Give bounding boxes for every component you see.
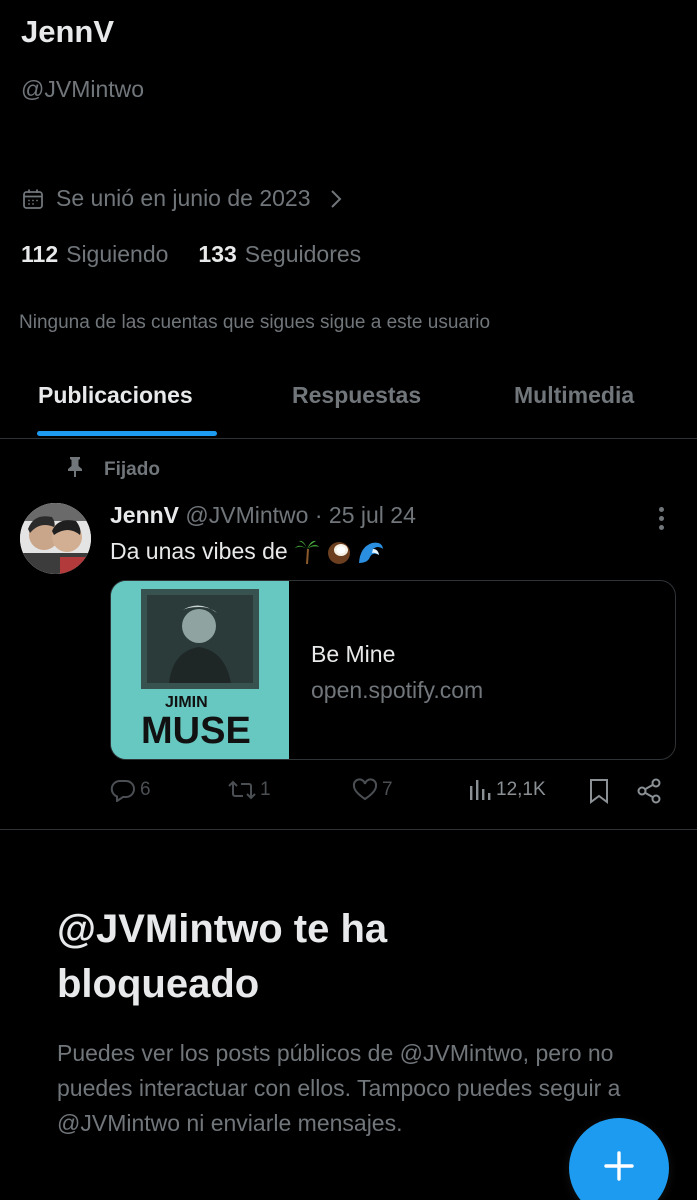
pin-icon [66,456,84,484]
more-vertical-icon[interactable] [656,507,666,533]
post-author-name[interactable]: JennV [110,502,179,528]
reply-count: 6 [140,779,151,800]
views-button[interactable]: 12,1K [468,778,546,802]
chevron-right-icon [329,189,343,209]
card-title: Be Mine [311,641,396,667]
following-count: 112 [21,241,59,267]
album-art: JIMIN MUSE [111,581,289,759]
divider [0,829,697,830]
pinned-label: Fijado [104,459,160,480]
joined-date-row[interactable]: Se unió en junio de 2023 [22,185,343,212]
blocked-title: @JVMintwo te ha bloqueado [57,907,388,1006]
tab-respuestas[interactable]: Respuestas [292,382,421,409]
plus-icon [602,1149,636,1188]
views-icon [468,778,492,802]
repost-count: 1 [260,779,271,800]
followers-link[interactable]: 133 Seguidores [198,241,361,268]
palm-tree-icon [294,539,320,565]
bookmark-button[interactable] [588,778,610,804]
avatar[interactable] [20,503,91,574]
profile-display-name: JennV [21,14,115,49]
views-count: 12,1K [496,779,546,800]
wave-icon [358,539,384,565]
pinned-indicator: Fijado [66,456,160,484]
profile-handle: @JVMintwo [21,76,145,102]
post-meta: @JVMintwo · 25 jul 24 [185,502,416,528]
heart-icon [352,778,378,802]
profile-page: JennV @JVMintwo Se unió en junio de 2023 [0,0,697,1200]
followers-count: 133 [198,241,237,267]
post-actions: 6 1 7 12,1K [110,776,666,808]
blocked-description: Puedes ver los posts públicos de @JVMint… [57,1040,621,1136]
repost-button[interactable]: 1 [228,778,271,802]
post-text: Da unas vibes de [110,538,288,564]
profile-tabs: Publicaciones Respuestas Multimedia [0,360,697,439]
share-button[interactable] [636,778,662,804]
coconut-icon [326,539,352,565]
repost-icon [228,778,256,802]
link-preview-card[interactable]: JIMIN MUSE Be Mine open.spotify.com [110,580,676,760]
album-title-text: MUSE [141,710,251,752]
card-domain: open.spotify.com [311,677,484,703]
like-count: 7 [382,779,393,800]
joined-date-label: Se unió en junio de 2023 [56,185,311,211]
follow-stats: 112 Siguiendo 133 Seguidores [21,241,361,268]
share-icon [636,778,662,804]
tab-multimedia[interactable]: Multimedia [514,382,634,409]
mutual-followers-note: Ninguna de las cuentas que sigues sigue … [19,312,491,333]
tab-publicaciones[interactable]: Publicaciones [38,382,193,409]
reply-button[interactable]: 6 [110,778,151,802]
album-artist-text: JIMIN [165,694,208,711]
active-tab-indicator [37,431,217,436]
following-label: Siguiendo [66,241,169,267]
post-header: JennV @JVMintwo · 25 jul 24 [110,502,416,529]
like-button[interactable]: 7 [352,778,393,802]
followers-label: Seguidores [244,241,362,267]
following-link[interactable]: 112 Siguiendo [21,241,168,268]
post-body: Da unas vibes de [110,538,384,565]
bookmark-icon [588,778,610,804]
calendar-icon [22,188,44,210]
reply-icon [110,778,136,802]
